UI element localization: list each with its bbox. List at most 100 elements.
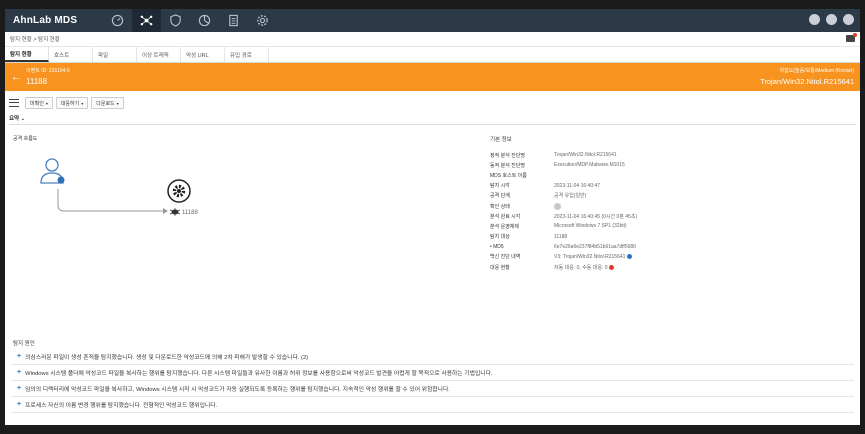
- info-value: 2023-11-04 16:40:47: [554, 182, 601, 189]
- caret-down-icon: ▾: [81, 100, 84, 106]
- chevron-down-icon: ⌄: [20, 116, 26, 122]
- info-value: Trojan/Win32.Nitol.R215641: [554, 152, 617, 159]
- tab-file[interactable]: 파일: [93, 47, 137, 62]
- info-row: 분석 운영체제 Microsoft Windows 7 SP1 (32bit): [490, 221, 637, 231]
- info-value: Microsoft Windows 7 SP1 (32bit): [554, 223, 627, 230]
- risk-level: 위험도(높음/보통/Medium (Known): [779, 68, 854, 74]
- info-row: 확인 상태: [490, 201, 637, 211]
- info-value: 6e7e26a6e237f84b51b61aa7dff5680: [554, 243, 636, 250]
- button-label: 미확인: [30, 100, 44, 107]
- cause-text: 의심스러운 파일이 생성 흔적을 탐지했습니다. 생성 및 다운로드한 악성코드…: [25, 355, 309, 361]
- malware-gear-icon[interactable]: [167, 179, 191, 203]
- info-row: 대응 현황 자동 대응: 0, 수동 대응: 0: [490, 262, 637, 272]
- app-logo: AhnLab MDS: [13, 15, 78, 26]
- detection-cause-title: 탐지 원인: [13, 341, 35, 347]
- list-item[interactable]: + 의심스러운 파일이 생성 흔적을 탐지했습니다. 생성 및 다운로드한 악성코…: [11, 349, 854, 365]
- info-row: 공격 단계 공격 유입(일반): [490, 191, 637, 201]
- button-label: 다운로드: [96, 100, 115, 107]
- cause-text: 프로세스 자신의 이름 변경 행위를 탐지했습니다. 전형적인 악성코드 행위입…: [25, 403, 218, 409]
- info-key: 탐지 대상: [490, 234, 510, 241]
- back-arrow-icon[interactable]: ←: [11, 71, 22, 83]
- notification-icon[interactable]: [846, 33, 857, 42]
- info-row: 정적 분석 진단명 Trojan/Win32.Nitol.R215641: [490, 150, 637, 160]
- info-row: 백신 진단 내역 V3: Trojan/Win32.Nitol.R215641: [490, 252, 637, 262]
- caret-down-icon: ▾: [45, 100, 48, 106]
- info-value: Execution/MDP.Malware.M1015: [554, 162, 625, 169]
- info-key: 공격 단계: [490, 193, 510, 200]
- expand-plus-icon[interactable]: +: [17, 385, 21, 392]
- expand-plus-icon[interactable]: +: [17, 353, 21, 360]
- list-item[interactable]: + 임의의 디렉터리에 악성코드 파일을 복사하고, Windows 시스템 시작…: [11, 381, 854, 397]
- cause-text: 임의의 디렉터리에 악성코드 파일을 복사하고, Windows 시스템 시작 …: [25, 387, 450, 393]
- summary-section: 공격 흐름도 11188 기본 정보 정적 분석 진단명 Trojan/Win3…: [5, 125, 860, 337]
- info-key: 정적 분석 진단명: [490, 152, 525, 159]
- top-nav-bar: AhnLab MDS: [5, 9, 860, 32]
- expand-plus-icon[interactable]: +: [17, 369, 21, 376]
- info-value: 공격 유입(일반): [554, 193, 587, 200]
- confirm-status-icon[interactable]: [554, 202, 561, 210]
- report-icon[interactable]: [219, 9, 248, 32]
- tab-bar: 탐지 현황 호스트 파일 이상 트래픽 악성 URL 유입 경로: [5, 47, 860, 63]
- info-key: 백신 진단 내역: [490, 254, 521, 261]
- expand-plus-icon[interactable]: +: [17, 401, 21, 408]
- list-item[interactable]: + Windows 시스템 폴더에 악성코드 파일을 복사하는 행위를 탐지했습니…: [11, 365, 854, 381]
- info-row: MDS 호스트 이름: [490, 170, 637, 180]
- status-unconfirmed-button[interactable]: 미확인 ▾: [25, 97, 53, 109]
- summary-toggle[interactable]: 요약 ⌄: [5, 114, 860, 122]
- info-key: 분석 운영체제: [490, 223, 519, 230]
- malware-name: Trojan/Win32.Nitol.R215641: [760, 77, 854, 86]
- info-icon[interactable]: [627, 254, 633, 260]
- network-icon[interactable]: [132, 9, 161, 32]
- tab-inflow-path[interactable]: 유입 경로: [225, 47, 269, 62]
- info-value: 자동 대응: 0, 수동 대응: 0: [554, 264, 608, 271]
- user-icon[interactable]: [826, 14, 837, 25]
- info-row: 탐지 대상 11188: [490, 232, 637, 242]
- basic-info-list: 정적 분석 진단명 Trojan/Win32.Nitol.R215641 동적 분…: [490, 150, 637, 272]
- user-location-icon[interactable]: [40, 158, 65, 184]
- tab-host[interactable]: 호스트: [49, 47, 93, 62]
- toolbar: 미확인 ▾ 대응하기 ▾ 다운로드 ▾: [5, 95, 860, 111]
- event-header: ← 이벤트 ID: 231104-5 11188 위험도(높음/보통/Mediu…: [5, 63, 860, 91]
- info-value: 11188: [554, 233, 568, 240]
- info-key: 확인 상태: [490, 203, 510, 210]
- help-icon[interactable]: [843, 14, 854, 25]
- gauge-icon[interactable]: [103, 9, 132, 32]
- app-window: AhnLab MDS 탐지 현황 > 탐지 현황 탐지 현황 호스트 파일 이상…: [5, 9, 860, 425]
- info-key: 탐지 시각: [490, 183, 510, 190]
- detection-cause-list: + 의심스러운 파일이 생성 흔적을 탐지했습니다. 생성 및 다운로드한 악성코…: [11, 349, 854, 413]
- basic-info-title: 기본 정보: [490, 137, 512, 143]
- breadcrumb-text: 탐지 현황 > 탐지 현황: [10, 37, 60, 43]
- button-label: 대응하기: [60, 100, 80, 107]
- info-key: 동적 분석 진단명: [490, 162, 525, 169]
- tab-abnormal-traffic[interactable]: 이상 트래픽: [137, 47, 181, 62]
- info-row: 탐지 시각 2023-11-04 16:40:47: [490, 181, 637, 191]
- info-value: V3: Trojan/Win32.Nitol.R215641: [554, 253, 626, 260]
- info-row: 동적 분석 진단명 Execution/MDP.Malware.M1015: [490, 160, 637, 170]
- theme-toggle-icon[interactable]: [809, 14, 820, 25]
- summary-label: 요약: [9, 116, 20, 122]
- caret-down-icon: ▾: [116, 100, 119, 106]
- info-key: MDS 호스트 이름: [490, 172, 527, 179]
- pie-chart-icon[interactable]: [190, 9, 219, 32]
- download-button[interactable]: 다운로드 ▾: [91, 97, 124, 109]
- cause-text: Windows 시스템 폴더에 악성코드 파일을 복사하는 행위를 탐지했습니다…: [25, 371, 493, 377]
- shield-icon[interactable]: [161, 9, 190, 32]
- host-label: 11188: [182, 210, 198, 216]
- info-value: 2023-11-04 16:40:45 (0시간 0분 45초): [554, 213, 638, 220]
- bug-icon: [169, 208, 181, 216]
- info-key: • MD5: [490, 243, 504, 250]
- breadcrumb: 탐지 현황 > 탐지 현황: [5, 32, 860, 47]
- menu-icon[interactable]: [9, 99, 19, 107]
- tab-malicious-url[interactable]: 악성 URL: [181, 47, 225, 62]
- alert-icon[interactable]: [609, 264, 615, 270]
- tab-detection-status[interactable]: 탐지 현황: [5, 47, 49, 62]
- respond-button[interactable]: 대응하기 ▾: [55, 97, 89, 109]
- info-key: 분석 완료 시각: [490, 213, 521, 220]
- info-row: 분석 완료 시각 2023-11-04 16:40:45 (0시간 0분 45초): [490, 211, 637, 221]
- list-item[interactable]: + 프로세스 자신의 이름 변경 행위를 탐지했습니다. 전형적인 악성코드 행위…: [11, 397, 854, 413]
- event-number: 11188: [26, 77, 48, 86]
- event-id: 이벤트 ID: 231104-5: [26, 68, 70, 74]
- gear-icon[interactable]: [248, 9, 277, 32]
- info-row: • MD5 6e7e26a6e237f84b51b61aa7dff5680: [490, 242, 637, 252]
- attack-flow-title: 공격 흐름도: [13, 136, 38, 142]
